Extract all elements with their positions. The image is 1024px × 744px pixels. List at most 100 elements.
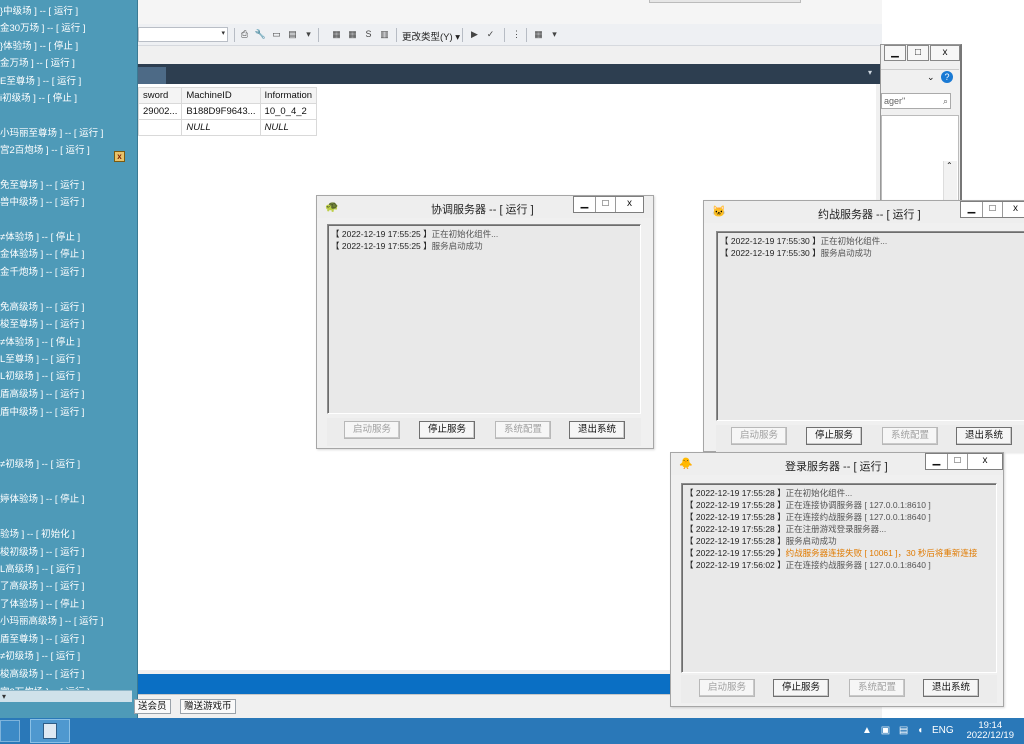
grid-cell[interactable]: 10_0_4_2 [259, 103, 318, 120]
server-list-item[interactable]: 盾至尊场 ] -- [ 运行 ] [0, 634, 84, 646]
system-config-button[interactable]: 系统配置 [882, 427, 938, 445]
server-list-item[interactable]: E至尊场 ] -- [ 运行 ] [0, 76, 81, 88]
server-list-item[interactable]: 小玛丽高级场 ] -- [ 运行 ] [0, 616, 103, 628]
minimize-button[interactable]: ▁ [884, 45, 906, 61]
table-row[interactable]: NULL NULL [137, 119, 318, 136]
search-icon[interactable]: ⌕ [943, 94, 948, 108]
wrench-icon[interactable]: 🔧 [254, 28, 267, 41]
title-bar[interactable]: 🐥 登录服务器 -- [ 运行 ] ▁ □ x [671, 453, 1003, 475]
chevron-down-icon[interactable]: ⌄ [927, 72, 935, 83]
close-button[interactable]: x [1003, 202, 1024, 217]
server-list-item[interactable]: 金体验场 ] -- [ 停止 ] [0, 249, 84, 261]
server-list-item[interactable]: 免至尊场 ] -- [ 运行 ] [0, 180, 84, 192]
sql-pane-icon[interactable]: S [362, 28, 375, 41]
grid-column-header[interactable]: Information [259, 87, 318, 104]
grid-cell[interactable]: B188D9F9643... [181, 103, 261, 120]
language-indicator[interactable]: ENG [932, 725, 954, 736]
change-type-menu[interactable]: 更改类型(Y) ▾ [402, 29, 460, 43]
start-service-button[interactable]: 启动服务 [699, 679, 755, 697]
title-bar[interactable]: 🐢 协调服务器 -- [ 运行 ] ▁ □ x [317, 196, 653, 218]
help-icon[interactable]: ? [941, 71, 953, 83]
tray-expand-icon[interactable]: ▲ [862, 725, 872, 736]
stop-service-button[interactable]: 停止服务 [419, 421, 475, 439]
database-combo[interactable]: ▾ [138, 27, 228, 42]
server-list-item[interactable]: ≠体验场 ] -- [ 停止 ] [0, 232, 80, 244]
server-list-item[interactable]: 梭初级场 ] -- [ 运行 ] [0, 547, 84, 559]
results-pane-icon[interactable]: ▥ [378, 28, 391, 41]
grid-column-header[interactable]: MachineID [181, 87, 261, 104]
server-list-item[interactable]: }体验场 ] -- [ 停止 ] [0, 41, 78, 53]
minimize-button[interactable]: ▁ [961, 202, 983, 217]
grid-view-icon[interactable]: ▤ [286, 28, 299, 41]
server-list-item[interactable]: 盾中级场 ] -- [ 运行 ] [0, 407, 84, 419]
minimize-button[interactable]: ▁ [574, 197, 596, 212]
server-list-item[interactable]: 梭高级场 ] -- [ 运行 ] [0, 669, 84, 681]
document-tab[interactable] [138, 67, 166, 84]
grid-cell[interactable]: 29002... [137, 103, 183, 120]
tab-list-icon[interactable]: ▾ [868, 68, 872, 77]
exit-system-button[interactable]: 退出系统 [923, 679, 979, 697]
system-config-button[interactable]: 系统配置 [849, 679, 905, 697]
server-list-item[interactable]: ≠初级场 ] -- [ 运行 ] [0, 459, 80, 471]
stop-service-button[interactable]: 停止服务 [773, 679, 829, 697]
grid-cell[interactable] [137, 119, 183, 136]
maximize-button[interactable]: □ [983, 202, 1003, 217]
server-list-item[interactable]: 小玛丽至尊场 ] -- [ 运行 ] [0, 128, 103, 140]
server-list-item[interactable]: ≠初级场 ] -- [ 运行 ] [0, 651, 80, 663]
close-button[interactable]: x [968, 454, 1002, 469]
start-service-button[interactable]: 启动服务 [344, 421, 400, 439]
exit-system-button[interactable]: 退出系统 [956, 427, 1012, 445]
server-list-item[interactable]: 兽中级场 ] -- [ 运行 ] [0, 197, 84, 209]
volume-icon[interactable]: ◖ [917, 725, 923, 736]
server-list-item[interactable]: 免高级场 ] -- [ 运行 ] [0, 302, 84, 314]
close-icon[interactable]: x [114, 151, 125, 162]
server-list-item[interactable]: 婷体验场 ] -- [ 停止 ] [0, 494, 84, 506]
stop-service-button[interactable]: 停止服务 [806, 427, 862, 445]
system-config-button[interactable]: 系统配置 [495, 421, 551, 439]
clock[interactable]: 19:14 2022/12/19 [966, 721, 1014, 741]
exit-system-button[interactable]: 退出系统 [569, 421, 625, 439]
title-bar[interactable]: 🐱 约战服务器 -- [ 运行 ] ▁ □ x [704, 201, 1024, 223]
properties-icon[interactable]: ▾ [302, 28, 315, 41]
server-list-item[interactable]: 了高级场 ] -- [ 运行 ] [0, 581, 84, 593]
server-list-item[interactable]: 宫2百炮场 ] -- [ 运行 ] [0, 145, 90, 157]
server-list-item[interactable]: L初级场 ] -- [ 运行 ] [0, 371, 80, 383]
server-list-item[interactable]: L至尊场 ] -- [ 运行 ] [0, 354, 80, 366]
server-list-item[interactable]: 盾高级场 ] -- [ 运行 ] [0, 389, 84, 401]
server-list-item[interactable]: 金30万场 ] -- [ 运行 ] [0, 23, 86, 35]
new-query-icon[interactable]: ⎙ [238, 28, 251, 41]
server-list-item[interactable]: }中级场 ] -- [ 运行 ] [0, 6, 78, 18]
server-list-item[interactable]: 梭至尊场 ] -- [ 运行 ] [0, 319, 84, 331]
grid-cell[interactable]: NULL [181, 119, 261, 136]
close-button[interactable]: x [616, 197, 643, 212]
maximize-button[interactable]: □ [948, 454, 968, 469]
minimize-button[interactable]: ▁ [926, 454, 948, 469]
scroll-down-icon[interactable]: ▾ [2, 692, 6, 701]
diagram-icon[interactable]: ▦ [330, 28, 343, 41]
taskbar-app-button[interactable] [30, 719, 70, 743]
table-row[interactable]: 29002... B188D9F9643... 10_0_4_2 [137, 103, 318, 120]
monitor-icon[interactable]: ▤ [899, 725, 908, 736]
start-service-button[interactable]: 启动服务 [731, 427, 787, 445]
table-icon[interactable]: ▦ [346, 28, 359, 41]
server-list-item[interactable]: 验场 ] -- [ 初始化 ] [0, 529, 75, 541]
search-input[interactable]: ager" ⌕ [881, 93, 951, 109]
group-by-icon[interactable]: ⋮ [510, 28, 523, 41]
gift-coins-button[interactable]: 赠送游戏币 [180, 699, 236, 714]
server-list-item[interactable]: 了体验场 ] -- [ 停止 ] [0, 599, 84, 611]
chevron-down-icon[interactable]: ▾ [221, 29, 225, 37]
close-button[interactable]: x [930, 45, 960, 61]
add-derived-table-icon[interactable]: ▾ [548, 28, 561, 41]
server-list-item[interactable]: 金万场 ] -- [ 运行 ] [0, 58, 75, 70]
maximize-button[interactable]: □ [596, 197, 616, 212]
maximize-button[interactable]: □ [907, 45, 929, 61]
list-scrollbar[interactable]: ▾ [0, 690, 132, 702]
execute-icon[interactable]: ▶ [468, 28, 481, 41]
network-icon[interactable]: ▣ [881, 725, 890, 736]
server-list-item[interactable]: ≠体验场 ] -- [ 停止 ] [0, 337, 80, 349]
server-list-item[interactable]: i初级场 ] -- [ 停止 ] [0, 93, 77, 105]
send-member-button[interactable]: 送会员 [134, 699, 171, 714]
grid-cell[interactable]: NULL [259, 119, 318, 136]
add-table-icon[interactable]: ▦ [532, 28, 545, 41]
grid-column-header[interactable]: sword [137, 87, 183, 104]
